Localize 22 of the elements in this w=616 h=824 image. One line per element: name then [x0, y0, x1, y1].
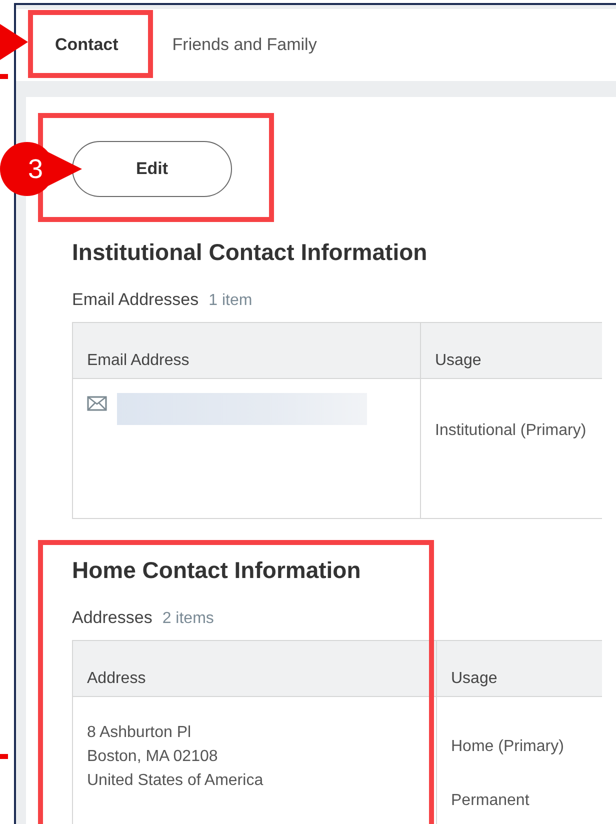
edit-button[interactable]: Edit — [72, 141, 232, 197]
column-header: Usage — [434, 351, 482, 371]
step-callout: 3 — [0, 142, 82, 196]
column-header: Address — [73, 641, 437, 696]
usage-text: Permanent — [451, 791, 530, 811]
tab[interactable]: Contact — [28, 32, 146, 58]
pointer-arrow — [0, 24, 28, 60]
mail-icon — [87, 396, 107, 411]
marker-fragment — [0, 74, 8, 79]
tab[interactable]: Friends and Family — [145, 32, 344, 58]
column-header: Email Address — [73, 323, 421, 378]
usage-text: Home (Primary) — [451, 737, 564, 757]
section-heading: Institutional Contact Information — [72, 238, 428, 267]
group-title: Email Addresses — [72, 289, 199, 311]
address-text: 8 Ashburton Pl Boston, MA 02108 United States of America — [87, 723, 264, 791]
group-title: Addresses — [72, 607, 152, 629]
marker-fragment — [0, 754, 8, 759]
column-header: Usage — [450, 669, 498, 689]
item-count: 1 item — [208, 291, 252, 311]
section-heading: Home Contact Information — [72, 556, 362, 585]
usage-text: Institutional (Primary) — [435, 421, 586, 441]
item-count: 2 items — [162, 609, 214, 629]
